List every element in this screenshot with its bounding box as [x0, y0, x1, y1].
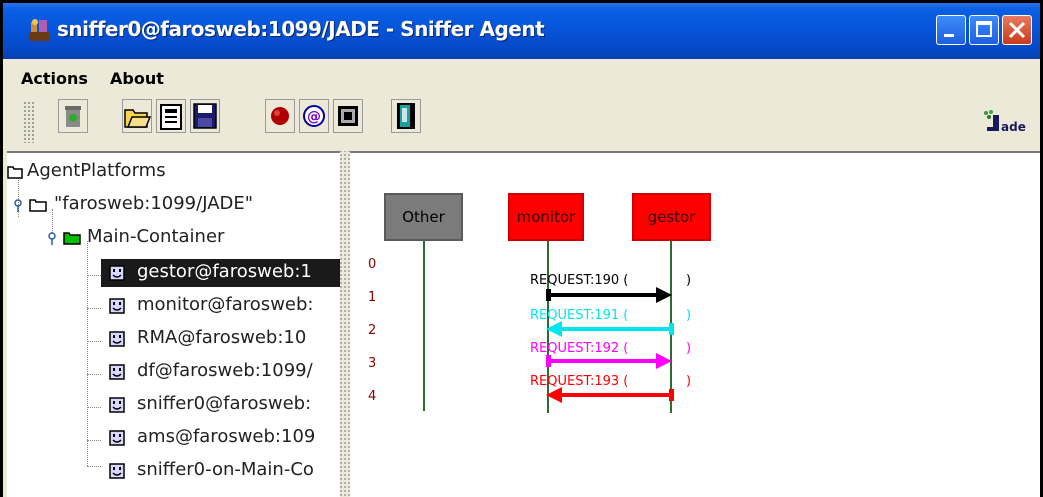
sniffer-canvas[interactable]: Other monitor gestor 0 1 2 3 4 REQUEST:1…: [350, 151, 1040, 497]
message-label-close: ): [686, 341, 692, 356]
close-icon: [1008, 21, 1026, 39]
agent-face-icon: [109, 364, 125, 380]
message-index: 2: [368, 323, 377, 338]
tree-agent-sniffer-on-main[interactable]: sniffer0-on-Main-Co: [101, 457, 340, 485]
title-bar[interactable]: sniffer0@farosweb:1099/JADE - Sniffer Ag…: [3, 3, 1040, 59]
container-folder-icon: [63, 232, 81, 245]
exit-door-icon: [397, 103, 415, 129]
message-arrow[interactable]: [546, 287, 678, 303]
tree-node-label: sniffer0-on-Main-Co: [137, 459, 314, 480]
agent-box-monitor[interactable]: monitor: [508, 193, 584, 241]
tree-connector: [87, 308, 101, 309]
tree-node-label: df@farosweb:1099/: [137, 360, 313, 381]
folder-icon: [7, 166, 23, 179]
tree-node-label: monitor@farosweb:: [137, 294, 314, 315]
folder-icon: [29, 199, 47, 212]
exit-button[interactable]: [391, 99, 421, 133]
tree-connector: [87, 466, 101, 467]
window-title: sniffer0@farosweb:1099/JADE - Sniffer Ag…: [57, 17, 545, 41]
maximize-button[interactable]: [969, 15, 999, 45]
record-button[interactable]: [265, 99, 295, 133]
message-label-close: ): [686, 273, 692, 288]
agent-box-gestor[interactable]: gestor: [632, 193, 711, 241]
menu-bar: Actions About: [3, 59, 1040, 95]
minimize-icon: [944, 34, 954, 37]
menu-actions[interactable]: Actions: [21, 69, 88, 88]
agent-face-icon: [109, 298, 125, 314]
tree-node-label: ams@farosweb:109: [137, 426, 316, 447]
tree-node-label: RMA@farosweb:10: [137, 327, 307, 348]
toolbar: @ ade: [3, 95, 1040, 151]
agent-face-icon: [109, 463, 125, 479]
agent-face-icon: [109, 331, 125, 347]
tree-node-label: sniffer0@farosweb:: [137, 393, 312, 414]
maximize-icon: [976, 21, 992, 37]
message-index: 3: [368, 356, 377, 371]
tree-agent-gestor[interactable]: gestor@farosweb:1: [101, 259, 340, 287]
open-folder-icon: [124, 109, 152, 128]
snoop-button[interactable]: @: [299, 99, 329, 133]
sniffer-app-icon: [29, 19, 49, 41]
agent-face-icon: [109, 397, 125, 413]
tree-connector: [87, 341, 101, 342]
add-agent-button[interactable]: [156, 99, 186, 133]
show-window-button[interactable]: [333, 99, 363, 133]
expand-handle-icon[interactable]: [11, 199, 25, 213]
message-label-close: ): [686, 308, 692, 323]
message-arrow[interactable]: [546, 387, 678, 403]
message-index: 1: [368, 290, 377, 305]
tree-agent-ams[interactable]: ams@farosweb:109: [101, 424, 340, 452]
tree-agent-rma[interactable]: RMA@farosweb:10: [101, 325, 340, 353]
tree-agent-monitor[interactable]: monitor@farosweb:: [101, 292, 340, 320]
menu-about[interactable]: About: [110, 69, 164, 88]
tree-node-agent-platforms[interactable]: AgentPlatforms: [7, 158, 340, 186]
jade-logo: ade: [984, 110, 1026, 134]
open-button[interactable]: [122, 99, 152, 133]
tree-node-label: gestor@farosweb:1: [137, 261, 312, 282]
tree-connector: [87, 407, 101, 408]
save-button[interactable]: [190, 99, 220, 133]
clear-canvas-button[interactable]: [58, 99, 88, 133]
add-agent-icon: [160, 104, 182, 130]
snoop-icon: @: [303, 105, 325, 127]
agent-face-icon: [109, 430, 125, 446]
tree-connector: [87, 275, 101, 276]
svg-text:@: @: [307, 109, 321, 125]
save-icon: [193, 103, 217, 129]
tree-connector: [87, 374, 101, 375]
message-arrow[interactable]: [546, 321, 678, 337]
tree-connector: [87, 440, 101, 441]
close-button[interactable]: [1002, 15, 1032, 45]
expand-handle-icon[interactable]: [45, 232, 59, 246]
tree-agent-sniffer[interactable]: sniffer0@farosweb:: [101, 391, 340, 419]
tree-node-label: Main-Container: [87, 226, 225, 247]
tree-node-label: AgentPlatforms: [27, 160, 166, 181]
message-arrow[interactable]: [546, 353, 678, 369]
message-label-close: ): [686, 374, 692, 389]
agent-box-other[interactable]: Other: [384, 193, 463, 241]
tree-node-platform[interactable]: "farosweb:1099/JADE": [7, 191, 340, 219]
record-icon: [271, 107, 289, 125]
trash-icon: [65, 106, 81, 127]
tree-agent-df[interactable]: df@farosweb:1099/: [101, 358, 340, 386]
message-index: 0: [368, 257, 377, 272]
sniffer-window: sniffer0@farosweb:1099/JADE - Sniffer Ag…: [3, 3, 1040, 497]
pane-splitter[interactable]: [340, 151, 350, 497]
svg-text:ade: ade: [1001, 120, 1026, 134]
message-index: 4: [368, 389, 377, 404]
tree-node-label: "farosweb:1099/JADE": [54, 193, 254, 214]
toolbar-grip[interactable]: [23, 101, 35, 143]
tree-node-main-container[interactable]: Main-Container: [7, 224, 340, 252]
message-label[interactable]: REQUEST:190 (: [530, 273, 628, 288]
lifeline-other: [423, 241, 425, 411]
window-icon: [338, 106, 358, 126]
agent-tree[interactable]: AgentPlatforms "farosweb:1099/JADE" Main…: [7, 151, 340, 497]
minimize-button[interactable]: [936, 15, 966, 45]
agent-face-icon: [109, 265, 125, 281]
